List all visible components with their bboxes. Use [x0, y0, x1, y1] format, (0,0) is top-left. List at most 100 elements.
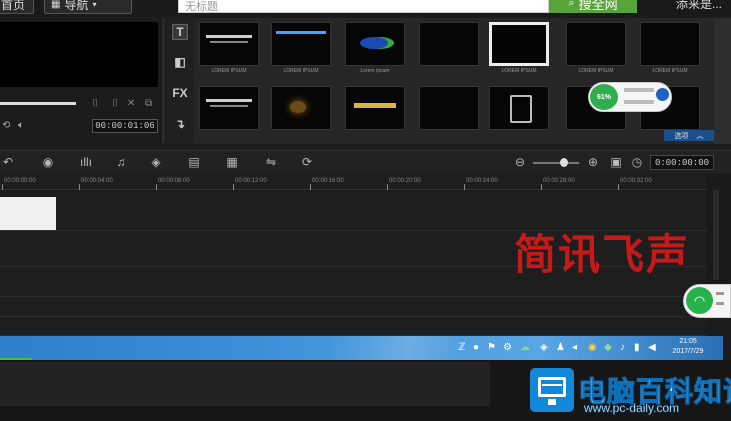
library-thumbnail[interactable] [271, 86, 331, 130]
timeline-scroll-thumb[interactable] [713, 190, 719, 280]
wifi-icon: ◠ [686, 287, 713, 314]
clock-time: 21:05 [679, 338, 697, 345]
repeat-icon[interactable]: ⟲ [2, 120, 10, 131]
library-thumbnail[interactable] [489, 22, 549, 66]
ruler-tick-mark [387, 184, 388, 190]
library-thumbnail[interactable] [271, 22, 331, 66]
top-right-link[interactable]: 添来是... [676, 0, 722, 12]
library-thumbnail-caption: LOREM IPSUM [578, 68, 614, 74]
tray-security-icon[interactable]: ◈ [540, 342, 548, 353]
ruler-tick-label: 00:00:20:00 [389, 178, 421, 184]
fx-tab[interactable]: FX [172, 85, 188, 101]
library-thumbnail[interactable] [566, 22, 626, 66]
clock-date: 2017/7/29 [672, 348, 704, 355]
split-icon[interactable]: ✕ [127, 98, 135, 109]
library-thumbnail[interactable] [345, 22, 405, 66]
tray-network-icon[interactable]: ▮ [634, 342, 640, 353]
subtitle-icon[interactable]: ▤ [186, 155, 202, 169]
library-thumbnail[interactable] [199, 22, 259, 66]
home-tab-label: 首页 [1, 0, 26, 12]
ruler-tick-label: 00:00:32:00 [620, 178, 652, 184]
wifi-widget-line [716, 302, 724, 305]
zoom-in-icon[interactable]: ⊕ [585, 155, 601, 169]
tray-settings-icon[interactable]: ⚙ [503, 342, 512, 353]
tray-ime-icon[interactable]: ℤ [458, 342, 465, 353]
search-placeholder: 无标题 [185, 1, 218, 13]
split-audio-icon[interactable]: ⇋ [263, 155, 279, 169]
ruler-tick-label: 00:00:08:00 [158, 178, 190, 184]
zoom-slider-track[interactable] [533, 162, 579, 164]
path-icon[interactable]: ↴ [172, 116, 188, 132]
clock-icon[interactable]: ◷ [629, 155, 645, 169]
grid-icon: ▦ [51, 0, 61, 10]
music-track[interactable] [0, 317, 707, 336]
nav-menu[interactable]: ▦ 导航 ▾ [44, 0, 132, 14]
nav-tab-label: 导航 [64, 0, 89, 12]
library-thumbnail[interactable] [419, 22, 479, 66]
chevron-down-icon: ▾ [92, 0, 97, 9]
pulse-line-shape [542, 384, 562, 390]
ruler-tick-label: 00:00:28:00 [543, 178, 575, 184]
voice-track[interactable] [0, 297, 707, 317]
upload-bar [624, 88, 654, 92]
bottom-band [0, 362, 490, 406]
search-input[interactable]: 无标题 [178, 0, 549, 13]
timeline-timecode[interactable]: 0:00:00:00 [650, 155, 714, 170]
library-thumbnail[interactable] [199, 86, 259, 130]
home-tab[interactable]: 首页 [0, 0, 34, 14]
mark-in-icon[interactable]: ⌷ [92, 98, 98, 109]
undo-icon[interactable]: ↶ [0, 155, 16, 169]
tray-app-icon[interactable]: ● [473, 342, 479, 353]
tray-chevron-icon[interactable]: ◂ [572, 342, 577, 353]
site-logo-url: www.pc-daily.com [584, 401, 680, 415]
tray-shield-icon[interactable]: ◉ [588, 342, 597, 353]
ruler-tick-mark [79, 184, 80, 190]
title-tab[interactable]: T [172, 24, 188, 40]
search-button[interactable]: ⌕ 搜全网 [549, 0, 637, 13]
library-thumbnail[interactable] [640, 22, 700, 66]
tray-cloud-icon[interactable]: ☁ [520, 342, 530, 353]
ruler-tick-label: 00:00:04:00 [81, 178, 113, 184]
taskbar-clock[interactable]: 21:05 2017/7/29 [668, 337, 708, 357]
panel-divider [162, 18, 165, 143]
auto-music-icon[interactable]: ♫ [113, 155, 129, 169]
network-percent: 61% [590, 84, 618, 110]
title-clip[interactable] [0, 197, 56, 230]
library-thumbnail[interactable] [345, 86, 405, 130]
library-options[interactable]: 选项 ︽ [664, 130, 714, 141]
snapshot-icon[interactable]: ⧉ [145, 98, 152, 109]
zoom-out-icon[interactable]: ⊖ [512, 155, 528, 169]
tray-user-icon[interactable]: ♟ [556, 342, 565, 353]
loop-icon[interactable]: ⟳ [299, 155, 315, 169]
tray-volume-icon[interactable]: ◀ [648, 342, 656, 353]
mark-out-icon[interactable]: ⌷ [112, 98, 118, 109]
tray-sound-icon[interactable]: ♪ [620, 342, 625, 353]
search-button-label: 搜全网 [578, 0, 618, 12]
library-thumbnail[interactable] [419, 86, 479, 130]
preview-scrubber[interactable] [0, 102, 76, 105]
library-thumbnail[interactable] [489, 86, 549, 130]
ruler-tick-mark [233, 184, 234, 190]
tray-flag-icon[interactable]: ⚑ [487, 342, 496, 353]
preview-timecode[interactable]: 00:00:01:06 [92, 119, 158, 133]
timeline-vertical-scrollbar[interactable] [707, 174, 731, 284]
monitor-stand-shape [548, 399, 556, 405]
audio-mix-icon[interactable]: ıllı [78, 155, 94, 169]
fit-project-icon[interactable]: ▣ [608, 155, 624, 169]
transition-icon[interactable]: ◧ [172, 54, 188, 70]
monitor-logo-icon [530, 368, 574, 412]
library-scrollbar[interactable] [714, 18, 731, 144]
preview-window [0, 22, 158, 87]
multicam-icon[interactable]: ▦ [224, 155, 240, 169]
zoom-slider-knob[interactable] [560, 158, 568, 167]
library-options-label: 选项 [674, 132, 689, 140]
motion-icon[interactable]: ◈ [148, 155, 164, 169]
tray-green-icon[interactable]: ◆ [604, 342, 612, 353]
library-thumbnail-caption: LOREM IPSUM [652, 68, 688, 74]
wifi-widget-line [716, 292, 724, 295]
ruler-tick-label: 00:00:00:00 [4, 178, 36, 184]
ruler-tick-mark [2, 184, 3, 190]
record-icon[interactable]: ◉ [40, 155, 56, 169]
fx-tab-label: FX [172, 86, 188, 100]
volume-icon[interactable]: 🔈︎ [18, 120, 24, 131]
